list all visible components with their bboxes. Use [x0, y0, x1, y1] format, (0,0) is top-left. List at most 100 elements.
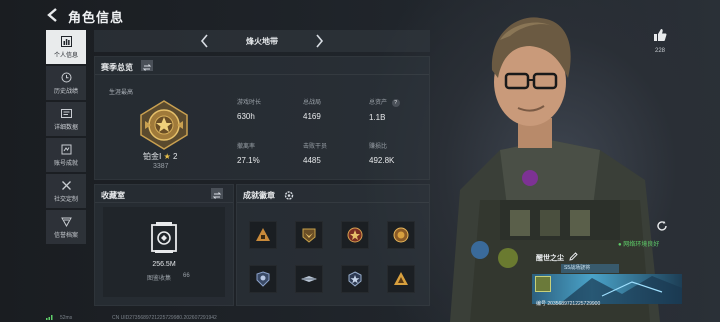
player-avatar — [535, 276, 551, 292]
stat-label: 赚损比 — [369, 144, 388, 150]
badge-slot[interactable] — [249, 221, 277, 249]
detail-data-icon — [60, 108, 72, 118]
chevron-right-icon[interactable] — [312, 33, 326, 49]
rank-score: 3387 — [153, 163, 169, 170]
stat-label: 总战局 — [303, 100, 322, 106]
round-medal-icon — [393, 227, 409, 243]
eagle-badge-icon — [302, 228, 316, 243]
star-icon: ★ — [163, 152, 171, 161]
wing-badge-icon — [301, 276, 317, 282]
stat-value: 630h — [237, 112, 255, 121]
badge-grid — [249, 221, 421, 293]
nav-item-label: 信誉档案 — [53, 232, 78, 239]
rotate-icon[interactable] — [656, 220, 668, 232]
player-title-tag: S5战场骁将 — [561, 264, 619, 273]
rank-tier: 铂金Ⅰ — [143, 152, 162, 161]
thumbs-up-icon — [654, 29, 667, 41]
stat-extract-rate: 撤离率 27.1% — [237, 141, 260, 165]
collection-panel[interactable]: 收藏室 256.5M 图鉴收集 66 — [94, 184, 234, 306]
player-name: 醒世之尘 — [536, 255, 564, 262]
collection-title: 收藏室 — [101, 191, 125, 200]
stat-total-matches: 总战局 4169 — [303, 97, 321, 121]
nav-item-label: 账号成就 — [53, 160, 78, 167]
season-title: 赛季总览 — [101, 63, 133, 72]
settings-button[interactable] — [283, 188, 295, 200]
stat-total-assets: 总资产 ? 1.1B — [369, 97, 400, 122]
stat-play-time: 游戏时长 630h — [237, 97, 261, 121]
rank-name: 铂金Ⅰ ★ 2 — [143, 151, 177, 162]
stat-value: 27.1% — [237, 156, 260, 165]
like-button[interactable]: 228 — [650, 28, 670, 54]
badge-slot[interactable] — [295, 265, 323, 293]
collection-label: 图鉴收集 — [147, 276, 172, 282]
chevron-left-icon[interactable] — [198, 33, 212, 49]
season-overview-panel: 赛季总览 生涯最高 铂金Ⅰ ★ 2 3387 游戏时长 630h 总战局 416… — [94, 56, 430, 180]
uid-text: CN UID2735689721225729980.20260729194​2 — [112, 315, 217, 321]
stat-value: 4485 — [303, 156, 321, 165]
collection-case-icon — [151, 222, 177, 253]
network-status: ● 网络环境良好 — [618, 242, 660, 248]
swap-button[interactable] — [141, 60, 153, 71]
mode-tab-title: 烽火地带 — [246, 36, 278, 46]
rank-caption: 生涯最高 — [109, 90, 134, 96]
mode-tab-bar: 烽火地带 — [94, 30, 430, 52]
nav-item-profile[interactable]: 个人信息 — [46, 30, 86, 64]
player-id: 编号 2035689721225729900 — [536, 301, 601, 307]
page-title: 角色信息 — [68, 10, 125, 25]
back-arrow-icon[interactable] — [46, 8, 60, 22]
rank-emblem-icon — [140, 100, 188, 150]
stat-label: 游戏时长 — [237, 100, 262, 106]
stat-value: 492.8K — [369, 156, 395, 165]
achievements-title: 成就徽章 — [243, 191, 275, 200]
nav-item-achievements[interactable]: 账号成就 — [46, 138, 86, 172]
ping-text: 52ms — [60, 315, 73, 321]
gear-icon — [284, 191, 294, 200]
collection-box: 256.5M 图鉴收集 66 — [103, 207, 225, 297]
badge-slot[interactable] — [249, 265, 277, 293]
nav-item-detail-data[interactable]: 详细数据 — [46, 102, 86, 136]
badge-slot[interactable] — [295, 221, 323, 249]
nav-item-history[interactable]: 历史战绩 — [46, 66, 86, 100]
nav-item-label: 详细数据 — [53, 124, 78, 131]
help-icon[interactable]: ? — [391, 99, 400, 107]
stat-value: 4169 — [303, 112, 321, 121]
nav-item-social[interactable]: 社交定制 — [46, 174, 86, 208]
history-icon — [61, 72, 71, 82]
stat-value: 1.1B — [369, 113, 386, 122]
stat-label: 击败干员 — [303, 144, 328, 150]
edit-icon[interactable] — [569, 252, 578, 261]
stat-label: 总资产 ? — [369, 97, 400, 107]
badge-slot[interactable] — [341, 265, 369, 293]
stat-kills: 击败干员 4485 — [303, 141, 327, 165]
nav-item-credit[interactable]: 信誉档案 — [46, 210, 86, 244]
stat-label-text: 总资产 — [369, 100, 388, 106]
stat-profit-loss: 赚损比 492.8K — [369, 141, 394, 165]
nav-item-label: 个人信息 — [53, 52, 78, 59]
stat-label: 撤离率 — [237, 144, 256, 150]
gold-triangle-badge-icon — [394, 272, 408, 285]
collection-size: 256.5M — [152, 261, 176, 268]
swap-icon — [142, 64, 152, 71]
swap-icon — [212, 192, 222, 199]
nav-item-label: 历史战绩 — [53, 88, 78, 95]
achievements-panel: 成就徽章 — [236, 184, 430, 306]
status-bar: 52ms CN UID2735689721225729980.202607291… — [46, 313, 426, 322]
rank-stars: 2 — [173, 152, 178, 161]
collection-count: 66 — [183, 273, 190, 279]
social-custom-icon — [61, 180, 71, 190]
badge-slot[interactable] — [341, 221, 369, 249]
side-nav: 个人信息 历史战绩 详细数据 账号成就 社交定制 信誉档案 — [46, 30, 86, 246]
triangle-badge-icon — [256, 228, 270, 241]
badge-slot[interactable] — [387, 265, 415, 293]
nav-item-label: 社交定制 — [53, 196, 78, 203]
bar-chart-icon — [60, 35, 72, 47]
star-medal-icon — [347, 227, 363, 243]
badge-slot[interactable] — [387, 221, 415, 249]
achievement-icon — [61, 144, 71, 154]
star-shield-icon — [348, 271, 362, 287]
credit-file-icon — [60, 217, 72, 227]
signal-icon — [46, 315, 53, 320]
like-count: 228 — [654, 48, 665, 54]
shield-badge-icon — [256, 271, 270, 287]
swap-button[interactable] — [211, 188, 223, 199]
